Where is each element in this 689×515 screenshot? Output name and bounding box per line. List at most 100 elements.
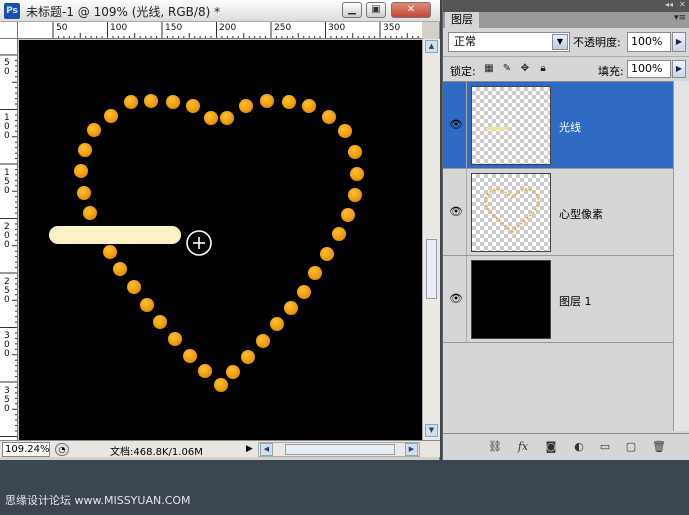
heart-dot [220,111,234,125]
ruler-label: 250 [274,23,292,33]
ruler-label: 3 0 0 [4,331,10,359]
opacity-input[interactable]: 100% [627,32,671,52]
heart-dot [186,99,200,113]
ruler-label: 350 [383,23,401,33]
layer-row-light[interactable]: 👁︎ 光线 [443,82,673,169]
scroll-up-icon[interactable]: ▲ [425,40,438,53]
layer-row-layer-1[interactable]: 👁︎ 图层 1 [443,256,673,343]
photoshop-app-icon: Ps [4,3,20,19]
layer-thumbnail [471,86,551,165]
heart-dot [320,247,334,261]
crosshair-circle-icon [185,229,213,257]
layer-thumbnail [471,173,551,252]
chevron-down-icon[interactable]: ▼ [552,34,568,50]
collapse-icon[interactable]: ◂◂ [665,0,673,9]
layer-name: 图层 1 [559,295,592,308]
visibility-toggle[interactable]: 👁︎ [443,82,467,168]
panel-collapse-bar[interactable]: ◂◂ ✕ [443,0,689,12]
ruler-origin[interactable] [0,22,18,39]
fill-slider-icon[interactable]: ▶ [672,60,686,78]
blend-mode-select[interactable]: 正常 ▼ [448,32,570,52]
document-size-info: 文档:468.8K/1.06M [110,447,203,458]
link-layers-icon[interactable]: ⛓ [487,440,503,453]
heart-dot [341,208,355,222]
visibility-toggle[interactable]: 👁︎ [443,169,467,255]
maximize-button[interactable]: ▣ [366,2,386,18]
status-info-icon[interactable]: ◔ [55,443,69,456]
layers-scrollbar[interactable] [673,81,689,431]
horizontal-scrollbar[interactable]: ◀ ▶ [258,442,420,457]
lock-transparency-icon[interactable]: ▦ [483,63,495,75]
document-titlebar[interactable]: Ps 未标题-1 @ 109% (光线, RGB/8) * ▁ ▣ ✕ [0,0,440,22]
scroll-left-icon[interactable]: ◀ [260,443,273,456]
lock-brush-icon[interactable]: ✎ [501,63,513,75]
panel-menu-icon[interactable]: ▾≡ [674,13,686,23]
heart-dot [144,94,158,108]
eye-icon[interactable]: 👁︎ [449,118,463,131]
heart-dot [226,365,240,379]
new-layer-icon[interactable]: ▢ [623,440,639,453]
trash-icon[interactable]: 🗑︎ [651,440,667,453]
heart-dot [322,110,336,124]
eye-icon[interactable]: 👁︎ [449,292,463,305]
heart-dot [78,143,92,157]
heart-dot [338,124,352,138]
minimize-button[interactable]: ▁ [342,2,362,18]
ruler-label: 150 [165,23,183,33]
layer-row-heart-pixels[interactable]: 👁︎ 心型像素 [443,169,673,256]
vertical-scrollbar[interactable]: ▲ ▼ [422,39,440,440]
heart-dot [348,145,362,159]
scroll-thumb[interactable] [426,239,437,299]
heart-dot [350,167,364,181]
layers-panel: ◂◂ ✕ 图层 ▾≡ 正常 ▼ 不透明度: 100% ▶ 锁定: ▦ ✎ ✥ 🔒… [442,0,689,460]
fill-input[interactable]: 100% [627,60,671,78]
heart-dot [260,94,274,108]
new-group-icon[interactable]: ▭ [597,440,613,453]
heart-dot [239,99,253,113]
layer-thumbnail [471,260,551,339]
heart-dot [270,317,284,331]
eye-icon[interactable]: 👁︎ [449,205,463,218]
visibility-toggle[interactable]: 👁︎ [443,256,467,342]
vertical-ruler[interactable]: 5 0 1 0 0 1 5 0 2 0 0 2 5 0 3 0 0 3 5 0 [0,39,18,440]
opacity-slider-icon[interactable]: ▶ [672,32,686,52]
heart-dot [241,350,255,364]
image-canvas[interactable] [19,40,422,440]
heart-dot [332,227,346,241]
add-mask-icon[interactable]: ◙ [543,440,559,453]
heart-dot [77,186,91,200]
close-panel-icon[interactable]: ✕ [679,0,686,9]
fill-label: 填充: [598,65,624,78]
heart-dot [87,123,101,137]
status-menu-arrow-icon[interactable]: ▶ [246,444,253,454]
heart-dot [124,95,138,109]
heart-dot [302,99,316,113]
close-button[interactable]: ✕ [391,2,431,18]
ruler-label: 1 0 0 [4,113,10,141]
ruler-label: 2 0 0 [4,222,10,250]
adjustment-layer-icon[interactable]: ◐ [571,440,587,453]
heart-dot [297,285,311,299]
heart-dot [166,95,180,109]
zoom-level-input[interactable]: 109.24% [2,442,50,457]
horizontal-ruler[interactable]: 50 100 150 200 250 300 350 [18,22,422,39]
lock-all-icon[interactable]: 🔒︎ [537,63,549,75]
ruler-label: 3 5 0 [4,386,10,414]
ruler-label: 5 0 [4,58,10,77]
scroll-thumb[interactable] [285,444,395,455]
scroll-down-icon[interactable]: ▼ [425,424,438,437]
heart-dot [284,301,298,315]
ruler-label: 2 5 0 [4,277,10,305]
tab-layers[interactable]: 图层 [445,12,479,28]
scroll-right-icon[interactable]: ▶ [405,443,418,456]
lock-move-icon[interactable]: ✥ [519,63,531,75]
heart-dot [282,95,296,109]
heart-dot [127,280,141,294]
document-window: Ps 未标题-1 @ 109% (光线, RGB/8) * ▁ ▣ ✕ 50 1… [0,0,440,460]
heart-dot [74,164,88,178]
watermark-text: 思缘设计论坛 www.MISSYUAN.COM [5,494,191,507]
heart-dot [308,266,322,280]
fx-icon[interactable]: fx [515,440,531,453]
light-bar [49,226,181,244]
heart-dot [113,262,127,276]
